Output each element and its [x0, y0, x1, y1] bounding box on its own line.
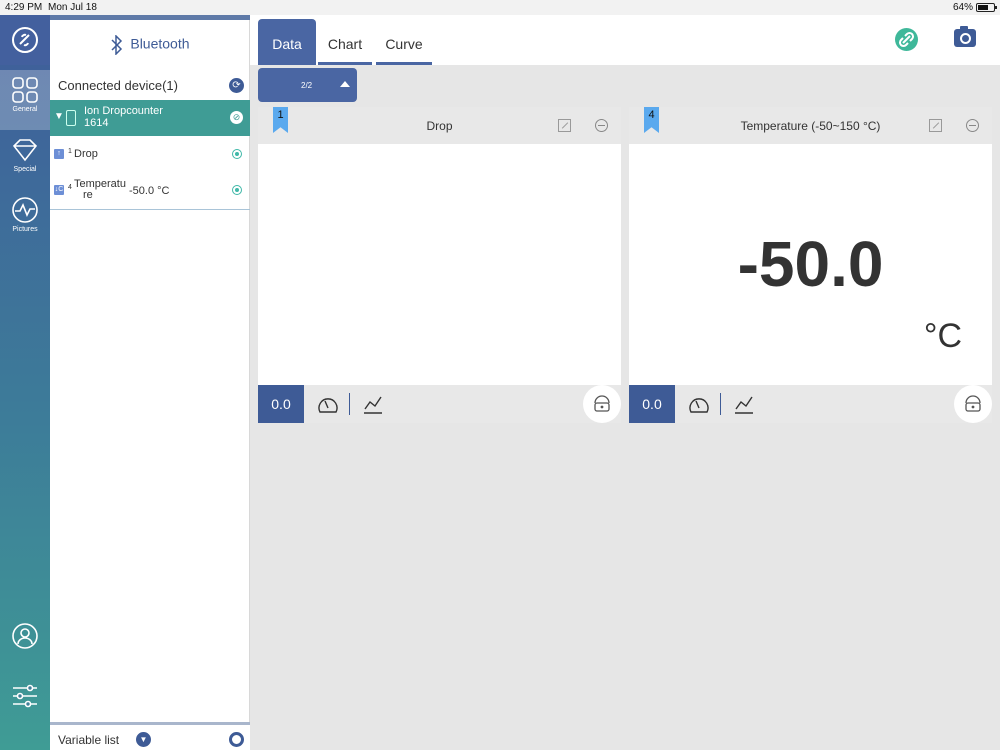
page-selector[interactable]: 2/2: [258, 68, 357, 102]
lock-button[interactable]: [954, 385, 992, 423]
device-item[interactable]: ▼ Ion Dropcounter 1614 ⊘: [50, 100, 250, 136]
connected-devices-row: Connected device(1) ⟳: [50, 75, 250, 97]
variable-badge-icon: ↑: [54, 149, 64, 159]
page-indicator: 2/2: [301, 81, 313, 90]
rail-item-pictures[interactable]: Pictures: [0, 190, 50, 250]
card-header: 4 Temperature (-50~150 °C): [629, 107, 992, 144]
card-header: 1 Drop: [258, 107, 621, 144]
rail-link-button[interactable]: [0, 15, 50, 65]
bluetooth-header: Bluetooth: [50, 34, 250, 56]
gauge-icon[interactable]: [689, 393, 709, 415]
variable-list-bar[interactable]: Variable list ▼: [50, 722, 250, 750]
variable-list-label: Variable list: [58, 733, 120, 747]
panel-divider: [50, 209, 250, 210]
link-icon: [12, 27, 38, 53]
connection-link-button[interactable]: [895, 28, 918, 51]
status-time: 4:29 PM: [5, 2, 43, 13]
footer-value[interactable]: 0.0: [629, 385, 675, 423]
chevron-down-icon[interactable]: ▼: [136, 732, 151, 747]
variable-index: 4: [68, 184, 72, 191]
variable-item-temperature[interactable]: ↓C 4 Temperatu re -50.0 °C: [50, 173, 250, 209]
variable-value: -50.0 °C: [129, 185, 170, 197]
tab-chart[interactable]: Chart: [316, 19, 374, 65]
lock-button[interactable]: [583, 385, 621, 423]
refresh-icon[interactable]: ⟳: [229, 78, 244, 93]
link-chain-icon: [898, 31, 915, 48]
user-icon[interactable]: [11, 622, 39, 650]
device-icon: [66, 110, 76, 126]
left-rail: General Special Pictures: [0, 15, 50, 750]
variable-name: Temperatu re: [74, 178, 126, 201]
data-card-drop: 1 Drop 0.0: [258, 107, 621, 423]
footer-separator: [720, 393, 721, 415]
triangle-up-icon: [340, 81, 350, 87]
disconnect-icon[interactable]: ⊘: [230, 111, 243, 124]
bluetooth-icon: [111, 34, 123, 56]
settings-sliders-icon[interactable]: [11, 682, 39, 710]
reading-value: -50.0: [737, 228, 884, 300]
variable-settings-icon[interactable]: [232, 149, 242, 159]
card-footer: 0.0: [258, 385, 621, 423]
device-panel: Bluetooth Connected device(1) ⟳ ▼ Ion Dr…: [50, 15, 250, 750]
connected-devices-label: Connected device(1): [58, 78, 178, 93]
rail-item-general[interactable]: General: [0, 70, 50, 130]
status-bar: 4:29 PM Mon Jul 18 64%: [0, 0, 1000, 15]
gear-icon[interactable]: [229, 732, 244, 747]
lock-icon: [594, 395, 610, 412]
device-name: Ion Dropcounter 1614: [84, 105, 163, 129]
footer-value[interactable]: 0.0: [258, 385, 304, 423]
variable-badge-icon: ↓C: [54, 185, 64, 195]
reading-unit: °C: [923, 317, 962, 355]
variable-settings-icon[interactable]: [232, 185, 242, 195]
rail-item-label: Pictures: [12, 226, 38, 233]
rail-item-label: Special: [13, 166, 37, 173]
tab-curve[interactable]: Curve: [374, 19, 434, 65]
battery-percent: 64%: [952, 2, 973, 13]
tab-underline: [318, 62, 372, 65]
remove-icon[interactable]: [595, 119, 608, 132]
remove-icon[interactable]: [966, 119, 979, 132]
expand-triangle-icon[interactable]: ▼: [54, 111, 64, 122]
tab-data[interactable]: Data: [258, 19, 316, 65]
diamond-icon: [12, 139, 38, 162]
wave-icon: [12, 197, 38, 223]
top-tab-bar: Data Chart Curve: [250, 15, 1000, 65]
battery-icon: [976, 3, 997, 12]
data-card-temperature: 4 Temperature (-50~150 °C) -50.0 °C 0.0: [629, 107, 992, 423]
bluetooth-title: Bluetooth: [130, 35, 190, 52]
grid-icon: [12, 77, 38, 103]
card-footer: 0.0: [629, 385, 992, 423]
footer-separator: [349, 393, 350, 415]
gauge-icon[interactable]: [318, 393, 338, 415]
camera-icon[interactable]: [954, 26, 976, 47]
variable-item-drop[interactable]: ↑ 1 Drop: [50, 137, 250, 173]
variable-index: 1: [68, 148, 72, 155]
curve-icon[interactable]: [363, 393, 383, 415]
tab-underline: [376, 62, 432, 65]
panel-top-accent: [50, 15, 250, 20]
lock-icon: [965, 395, 981, 412]
rail-item-special[interactable]: Special: [0, 130, 50, 190]
curve-icon[interactable]: [734, 393, 754, 415]
rail-item-label: General: [12, 106, 38, 113]
expand-icon[interactable]: [558, 119, 571, 132]
expand-icon[interactable]: [929, 119, 942, 132]
status-date: Mon Jul 18: [48, 2, 97, 13]
variable-name: Drop: [74, 148, 98, 160]
